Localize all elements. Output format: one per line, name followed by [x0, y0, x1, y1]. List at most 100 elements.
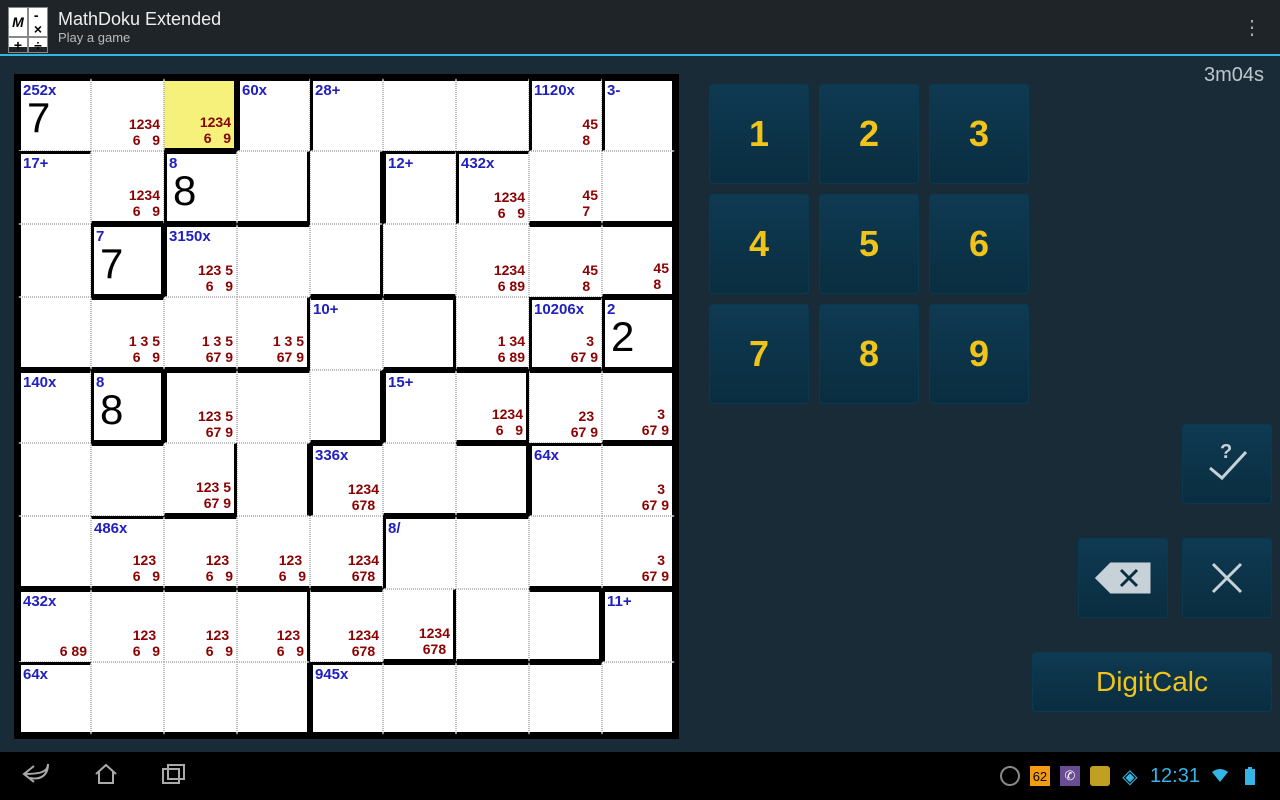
cell-3-6[interactable]: 1 34 6 89: [456, 297, 529, 370]
cell-5-7[interactable]: 64x: [529, 443, 602, 516]
cell-6-5[interactable]: 8/: [383, 516, 456, 589]
cell-8-0[interactable]: 64x: [18, 662, 91, 735]
cell-1-0[interactable]: 17+: [18, 151, 91, 224]
cell-7-2[interactable]: 123 6 9: [164, 589, 237, 662]
cell-3-8[interactable]: 22: [602, 297, 675, 370]
key-7[interactable]: 7: [709, 304, 809, 404]
cell-maybes: 1234 678: [348, 628, 379, 659]
cell-8-8[interactable]: [602, 662, 675, 735]
cell-1-1[interactable]: 1234 6 9: [91, 151, 164, 224]
digitcalc-button[interactable]: DigitCalc: [1032, 652, 1272, 712]
cell-5-6[interactable]: [456, 443, 529, 516]
cell-8-5[interactable]: [383, 662, 456, 735]
cell-1-3[interactable]: [237, 151, 310, 224]
cell-6-7[interactable]: [529, 516, 602, 589]
cell-7-1[interactable]: 123 6 9: [91, 589, 164, 662]
cell-0-6[interactable]: [456, 78, 529, 151]
key-1[interactable]: 1: [709, 84, 809, 184]
cell-7-5[interactable]: 1234 678: [383, 589, 456, 662]
cell-1-5[interactable]: 12+: [383, 151, 456, 224]
backspace-button[interactable]: [1078, 538, 1168, 618]
home-icon[interactable]: [92, 762, 120, 791]
cell-6-1[interactable]: 486x123 6 9: [91, 516, 164, 589]
cell-6-3[interactable]: 123 6 9: [237, 516, 310, 589]
cell-1-6[interactable]: 432x1234 6 9: [456, 151, 529, 224]
cell-6-6[interactable]: [456, 516, 529, 589]
cell-4-2[interactable]: 123 5 67 9: [164, 370, 237, 443]
cell-1-7[interactable]: 45 7: [529, 151, 602, 224]
key-9[interactable]: 9: [929, 304, 1029, 404]
cell-0-2[interactable]: 1234 6 9: [164, 78, 237, 151]
cell-2-3[interactable]: [237, 224, 310, 297]
cell-7-8[interactable]: 11+: [602, 589, 675, 662]
key-3[interactable]: 3: [929, 84, 1029, 184]
cell-4-0[interactable]: 140x: [18, 370, 91, 443]
cell-2-0[interactable]: [18, 224, 91, 297]
cell-1-8[interactable]: [602, 151, 675, 224]
cell-6-0[interactable]: [18, 516, 91, 589]
cell-7-0[interactable]: 432x 6 89: [18, 589, 91, 662]
hint-button[interactable]: ?: [1182, 424, 1272, 504]
cell-8-4[interactable]: 945x: [310, 662, 383, 735]
cell-4-1[interactable]: 88: [91, 370, 164, 443]
cell-3-5[interactable]: [383, 297, 456, 370]
cell-6-8[interactable]: 3 67 9: [602, 516, 675, 589]
cell-4-7[interactable]: 23 67 9: [529, 370, 602, 443]
cell-7-3[interactable]: 123 6 9: [237, 589, 310, 662]
cell-7-6[interactable]: [456, 589, 529, 662]
cell-5-2[interactable]: 123 5 67 9: [164, 443, 237, 516]
clear-button[interactable]: [1182, 538, 1272, 618]
cell-0-7[interactable]: 1120x 45 8: [529, 78, 602, 151]
cell-2-6[interactable]: 1234 6 89: [456, 224, 529, 297]
cell-1-4[interactable]: [310, 151, 383, 224]
cell-8-2[interactable]: [164, 662, 237, 735]
cell-5-0[interactable]: [18, 443, 91, 516]
cell-5-1[interactable]: [91, 443, 164, 516]
cell-1-2[interactable]: 88: [164, 151, 237, 224]
cell-2-8[interactable]: 45 8: [602, 224, 675, 297]
cell-7-7[interactable]: [529, 589, 602, 662]
cell-3-1[interactable]: 1 3 5 6 9: [91, 297, 164, 370]
key-5[interactable]: 5: [819, 194, 919, 294]
key-6[interactable]: 6: [929, 194, 1029, 294]
cell-4-6[interactable]: 1234 6 9: [456, 370, 529, 443]
cell-0-3[interactable]: 60x: [237, 78, 310, 151]
cell-3-3[interactable]: 1 3 5 67 9: [237, 297, 310, 370]
cell-4-3[interactable]: [237, 370, 310, 443]
cell-0-8[interactable]: 3-: [602, 78, 675, 151]
key-2[interactable]: 2: [819, 84, 919, 184]
cell-7-4[interactable]: 1234 678: [310, 589, 383, 662]
cell-3-2[interactable]: 1 3 5 67 9: [164, 297, 237, 370]
cell-4-4[interactable]: [310, 370, 383, 443]
cell-6-4[interactable]: 1234 678: [310, 516, 383, 589]
key-4[interactable]: 4: [709, 194, 809, 294]
cell-2-4[interactable]: [310, 224, 383, 297]
cell-0-4[interactable]: 28+: [310, 78, 383, 151]
cell-5-3[interactable]: [237, 443, 310, 516]
overflow-menu-icon[interactable]: ⋮: [1232, 15, 1272, 40]
cell-5-8[interactable]: 3 67 9: [602, 443, 675, 516]
cell-3-0[interactable]: [18, 297, 91, 370]
key-8[interactable]: 8: [819, 304, 919, 404]
cell-3-7[interactable]: 10206x 3 67 9: [529, 297, 602, 370]
back-icon[interactable]: [20, 762, 52, 791]
cell-8-6[interactable]: [456, 662, 529, 735]
puzzle-grid[interactable]: 252x71234 6 91234 6 960x28+1120x 45 8 3-…: [14, 74, 679, 739]
cell-4-8[interactable]: 3 67 9: [602, 370, 675, 443]
cell-0-1[interactable]: 1234 6 9: [91, 78, 164, 151]
cell-8-1[interactable]: [91, 662, 164, 735]
cell-2-1[interactable]: 77: [91, 224, 164, 297]
cell-2-5[interactable]: [383, 224, 456, 297]
cell-3-4[interactable]: 10+: [310, 297, 383, 370]
cell-4-5[interactable]: 15+: [383, 370, 456, 443]
cell-6-2[interactable]: 123 6 9: [164, 516, 237, 589]
cell-8-7[interactable]: [529, 662, 602, 735]
cell-0-5[interactable]: [383, 78, 456, 151]
cell-5-5[interactable]: [383, 443, 456, 516]
cell-8-3[interactable]: [237, 662, 310, 735]
recents-icon[interactable]: [160, 762, 188, 791]
cell-5-4[interactable]: 336x1234 678: [310, 443, 383, 516]
cell-0-0[interactable]: 252x7: [18, 78, 91, 151]
cell-2-2[interactable]: 3150x123 5 6 9: [164, 224, 237, 297]
cell-2-7[interactable]: 45 8: [529, 224, 602, 297]
